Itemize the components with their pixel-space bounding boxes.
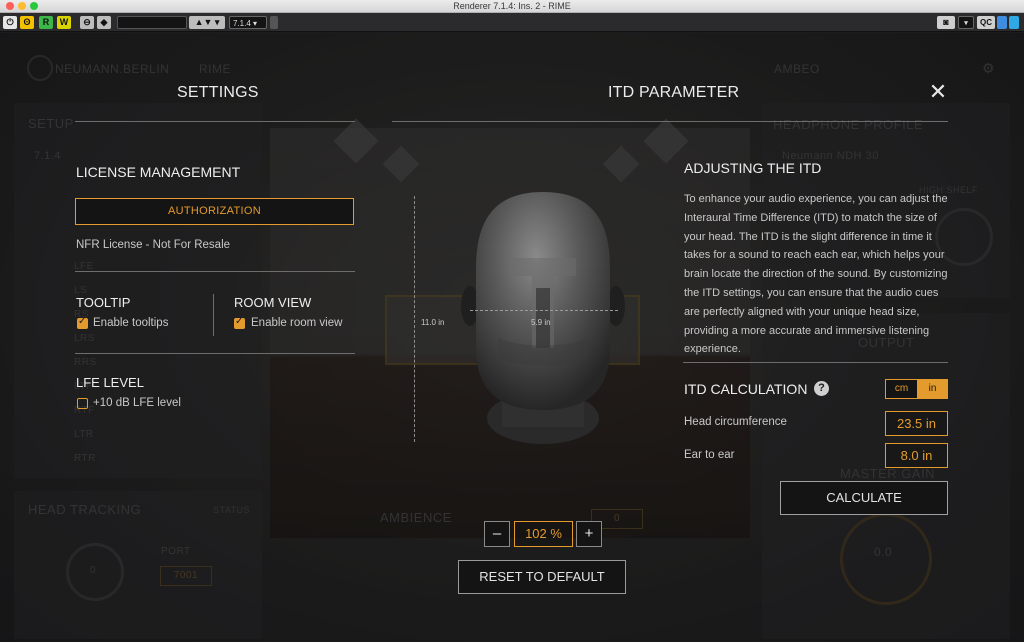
tooltip-heading: TOOLTIP <box>76 295 131 310</box>
host-toolbar: ⏻ ʘ R W ⊖ ◆ ▲▼ ▾ 7.1.4 ▾ ◙ ▾ QC <box>0 13 1024 32</box>
power-icon[interactable]: ⏻ <box>3 16 17 29</box>
small-square-icon[interactable] <box>270 16 278 29</box>
read-automation-button[interactable]: R <box>39 16 53 29</box>
room-view-checkbox-label[interactable]: Enable room view <box>251 317 342 329</box>
head-circumference-label: Head circumference <box>684 416 787 428</box>
write-automation-button[interactable]: W <box>57 16 71 29</box>
settings-title-divider <box>75 121 355 122</box>
compare-icon[interactable]: ⊖ <box>80 16 94 29</box>
ear-to-ear-input[interactable]: 8.0 in <box>885 443 948 468</box>
window-lightblue-icon[interactable] <box>1009 16 1019 29</box>
ear-to-ear-label: Ear to ear <box>684 449 735 461</box>
calculate-button[interactable]: CALCULATE <box>780 481 948 515</box>
qc-button[interactable]: QC <box>977 16 995 29</box>
unit-cm-button[interactable]: cm <box>886 380 917 398</box>
authorization-button[interactable]: AUTHORIZATION <box>75 198 354 225</box>
itd-description-divider <box>683 362 948 363</box>
ear-span-guide <box>470 310 618 311</box>
close-icon[interactable]: ✕ <box>928 82 948 104</box>
tooltip-checkbox[interactable] <box>77 316 88 329</box>
head-height-guide <box>414 196 415 442</box>
head-circumference-input[interactable]: 23.5 in <box>885 411 948 436</box>
preset-arrows-icon[interactable]: ▲▼ ▾ <box>189 16 225 29</box>
help-icon[interactable]: ? <box>814 381 829 396</box>
lfe-checkbox-label[interactable]: +10 dB LFE level <box>93 397 181 409</box>
camera-icon[interactable]: ◙ <box>937 16 955 29</box>
room-view-heading: ROOM VIEW <box>234 295 312 310</box>
license-text: NFR License - Not For Resale <box>76 239 231 251</box>
setup-select-value: 7.1.4 <box>233 19 251 28</box>
tooltip-checkbox-label[interactable]: Enable tooltips <box>93 317 168 329</box>
unit-in-button[interactable]: in <box>917 380 948 398</box>
itd-title-divider <box>392 121 948 122</box>
room-view-divider <box>75 353 355 354</box>
bypass-icon[interactable]: ʘ <box>20 16 34 29</box>
tooltip-room-separator <box>213 294 214 336</box>
window-titlebar: Renderer 7.1.4: Ins. 2 - RIME <box>0 0 1024 13</box>
unit-toggle[interactable]: cm in <box>885 379 948 399</box>
ear-span-measure: 5.9 in <box>531 318 551 327</box>
itd-calculation-heading: ITD CALCULATION <box>684 381 808 397</box>
itd-description: To enhance your audio experience, you ca… <box>684 193 948 356</box>
window-blue-icon[interactable] <box>997 16 1007 29</box>
license-divider <box>75 271 355 272</box>
zoom-value: 102 % <box>514 521 573 547</box>
view-dropdown[interactable]: ▾ <box>958 16 974 29</box>
reset-to-default-button[interactable]: RESET TO DEFAULT <box>458 560 626 594</box>
zoom-out-button[interactable]: – <box>484 521 510 547</box>
setup-select[interactable]: 7.1.4 ▾ <box>229 16 267 29</box>
preset-name-field[interactable] <box>117 16 187 29</box>
lfe-checkbox[interactable] <box>77 398 88 409</box>
itd-parameter-title: ITD PARAMETER <box>608 84 740 101</box>
lfe-level-heading: LFE LEVEL <box>76 375 144 390</box>
license-management-heading: LICENSE MANAGEMENT <box>76 164 241 180</box>
room-view-checkbox[interactable] <box>234 316 245 329</box>
zoom-in-button[interactable]: + <box>576 521 602 547</box>
adjusting-itd-heading: ADJUSTING THE ITD <box>684 160 822 176</box>
settings-title: SETTINGS <box>177 84 259 101</box>
window-title: Renderer 7.1.4: Ins. 2 - RIME <box>453 1 571 11</box>
link-icon[interactable]: ◆ <box>97 16 111 29</box>
